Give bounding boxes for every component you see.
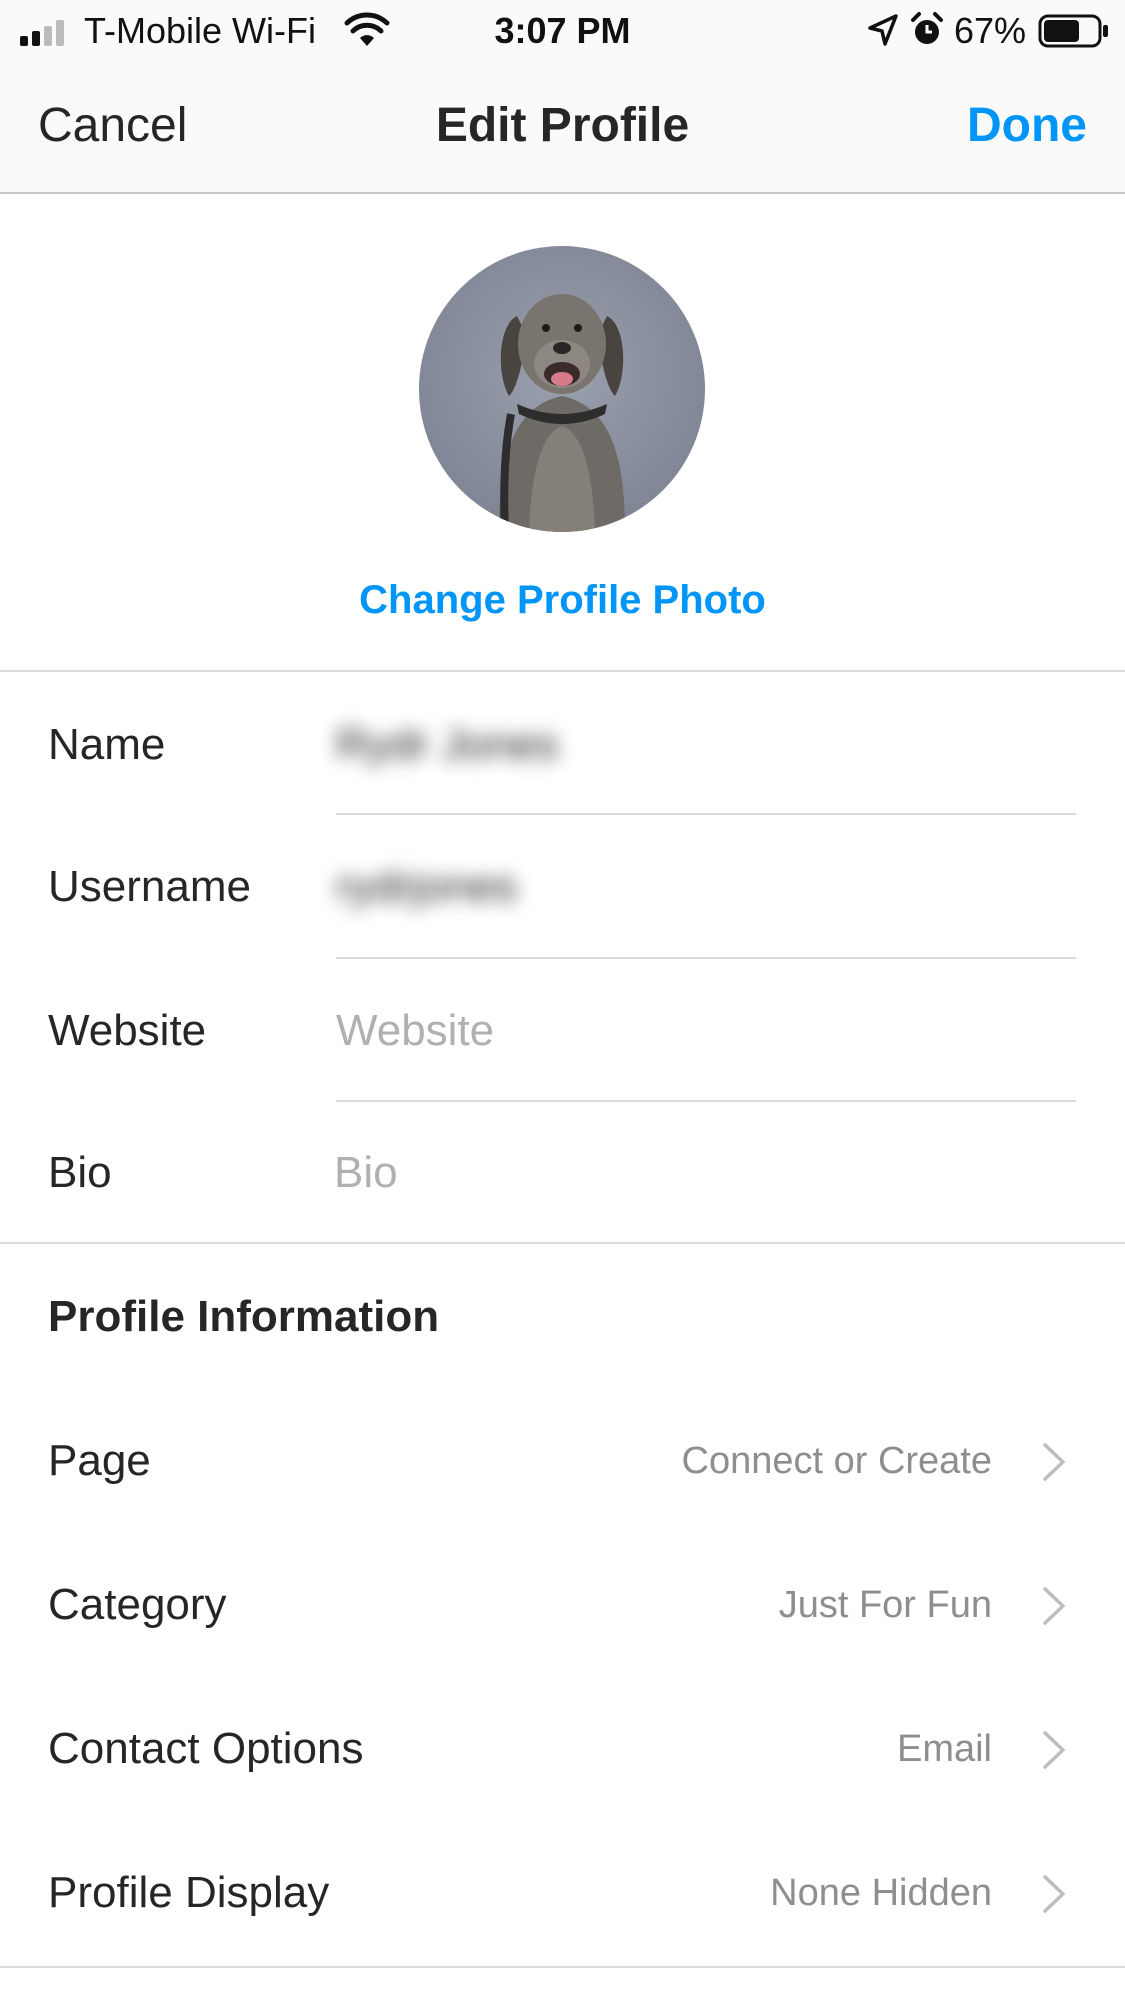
battery-icon xyxy=(1038,14,1110,48)
bio-label: Bio xyxy=(48,1148,112,1197)
chevron-right-icon xyxy=(1043,1587,1065,1625)
chevron-right-icon xyxy=(1043,1443,1065,1481)
row-label: Profile Display xyxy=(48,1868,330,1917)
row-value: Connect or Create xyxy=(681,1440,993,1482)
divider xyxy=(0,670,1125,672)
row-value: Email xyxy=(896,1728,992,1770)
top-bar: T-Mobile Wi-Fi 3:07 PM 67% Cancel Edit P… xyxy=(0,0,1125,194)
divider xyxy=(0,1966,1125,1968)
alarm-icon xyxy=(910,12,944,48)
page-title: Edit Profile xyxy=(435,99,690,152)
bio-input[interactable]: Bio xyxy=(334,1148,1074,1198)
row-label: Page xyxy=(48,1436,151,1485)
info-row-contact-options[interactable]: Contact Options Email xyxy=(0,1688,1125,1808)
divider xyxy=(336,813,1076,815)
info-row-profile-display[interactable]: Profile Display None Hidden xyxy=(0,1832,1125,1952)
username-input[interactable]: rydrjones xyxy=(336,862,1076,912)
avatar-photo xyxy=(419,246,705,532)
divider xyxy=(336,1100,1076,1102)
row-value: None Hidden xyxy=(770,1872,992,1914)
divider xyxy=(0,1242,1125,1244)
row-label: Category xyxy=(48,1580,227,1629)
row-value: Just For Fun xyxy=(778,1584,992,1626)
battery-percent: 67% xyxy=(954,10,1027,51)
website-label: Website xyxy=(48,1006,207,1055)
location-arrow-icon xyxy=(868,14,898,46)
website-input[interactable]: Website xyxy=(336,1006,1076,1056)
change-profile-photo-link[interactable]: Change Profile Photo xyxy=(0,578,1125,623)
chevron-right-icon xyxy=(1043,1731,1065,1769)
username-label: Username xyxy=(48,862,251,911)
avatar[interactable] xyxy=(419,246,705,532)
chevron-right-icon xyxy=(1043,1875,1065,1913)
section-heading: Profile Information xyxy=(48,1292,440,1341)
row-label: Contact Options xyxy=(48,1724,364,1773)
name-label: Name xyxy=(48,720,166,769)
info-row-page[interactable]: Page Connect or Create xyxy=(0,1400,1125,1520)
divider xyxy=(336,957,1076,959)
done-button[interactable]: Done xyxy=(967,98,1087,153)
name-input[interactable]: Rydr Jones xyxy=(336,720,1076,770)
info-row-category[interactable]: Category Just For Fun xyxy=(0,1544,1125,1664)
